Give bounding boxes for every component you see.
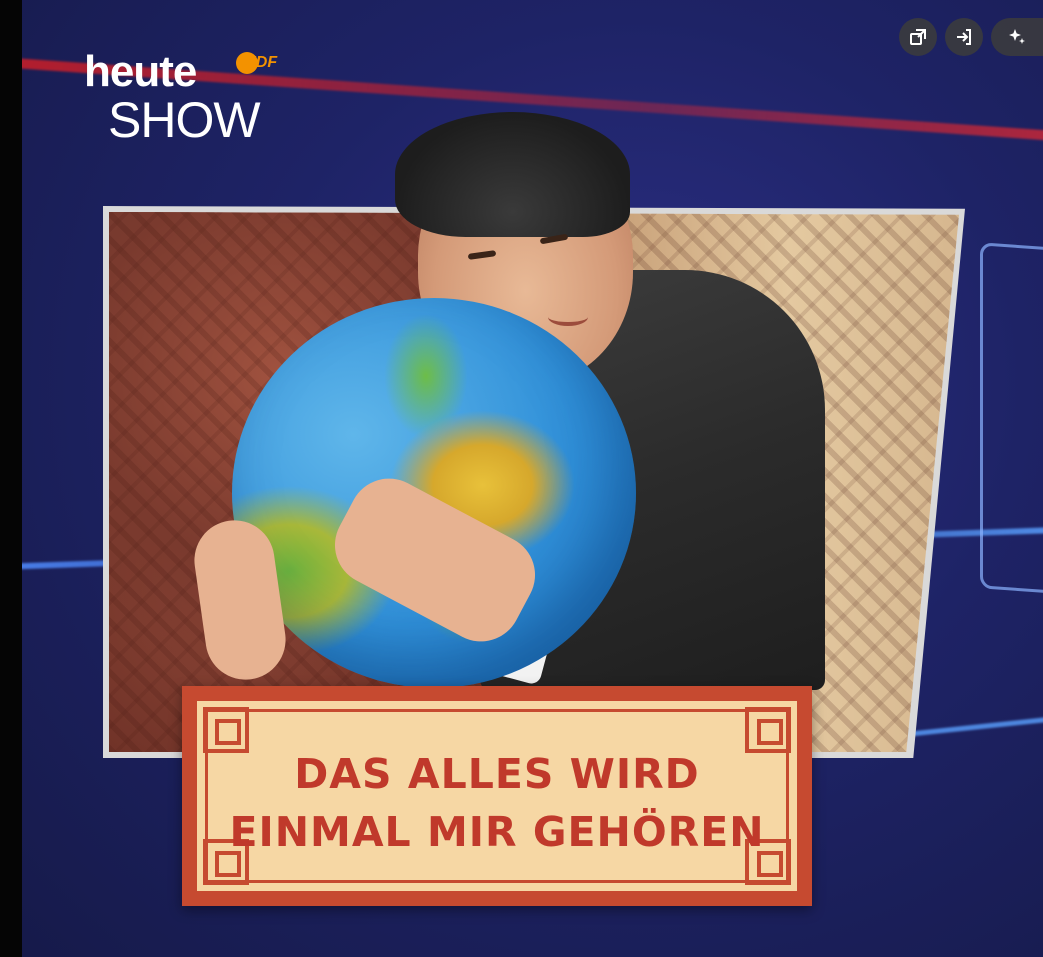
banner-caption: DAS ALLES WIRD EINMAL MIR GEHÖREN (197, 745, 797, 861)
banner-inner-panel: DAS ALLES WIRD EINMAL MIR GEHÖREN (194, 698, 800, 894)
smile (548, 308, 588, 326)
video-overlay-toolbar (899, 18, 1043, 56)
earth-globe (232, 298, 636, 688)
sparkle-icon[interactable] (991, 18, 1043, 56)
banner-line-2: EINMAL MIR GEHÖREN (229, 808, 765, 856)
banner-line-1: DAS ALLES WIRD (294, 750, 700, 798)
popout-icon[interactable] (899, 18, 937, 56)
login-icon[interactable] (945, 18, 983, 56)
hair (395, 112, 630, 237)
caption-banner: DAS ALLES WIRD EINMAL MIR GEHÖREN (182, 686, 812, 906)
